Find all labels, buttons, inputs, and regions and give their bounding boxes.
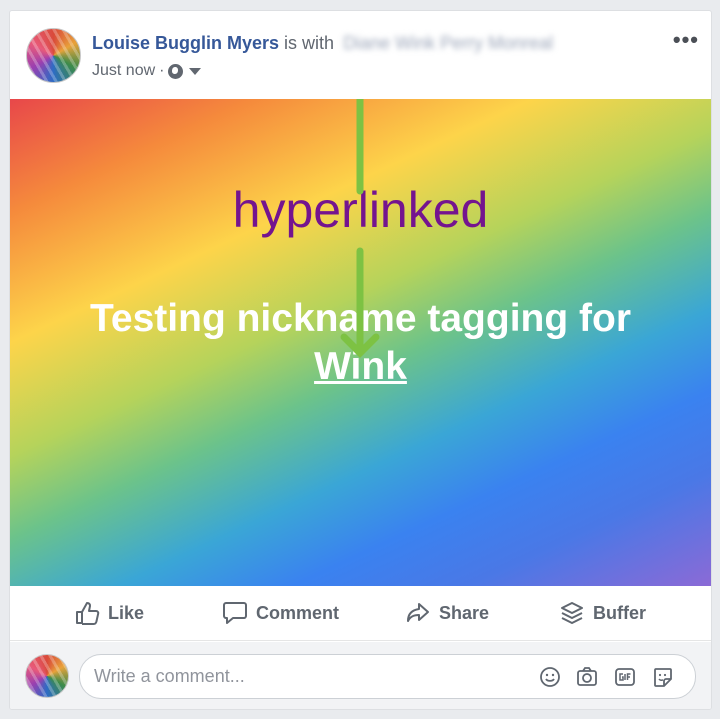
- meta-separator: ·: [159, 62, 165, 79]
- buffer-label: Buffer: [593, 602, 646, 623]
- speech-bubble-icon: [223, 602, 247, 624]
- globe-icon[interactable]: [168, 63, 184, 79]
- comment-input[interactable]: [94, 655, 514, 698]
- post-author-line: Louise Bugglin Myers is with Diane Wink …: [92, 33, 553, 54]
- post-timestamp[interactable]: Just now: [92, 62, 155, 80]
- author-avatar[interactable]: [26, 28, 81, 83]
- like-button[interactable]: Like: [74, 600, 144, 626]
- post-action-bar: Like Comment Share Buffer: [10, 586, 711, 641]
- chevron-down-icon[interactable]: [189, 67, 202, 75]
- comment-composer: [10, 642, 711, 709]
- tagged-friends-blurred[interactable]: Diane Wink Perry Monreal: [343, 33, 553, 53]
- post-meta: Just now ·: [92, 62, 202, 80]
- annotation-arrows: [340, 99, 380, 358]
- author-name-link[interactable]: Louise Bugglin Myers: [92, 33, 279, 53]
- post-header: Louise Bugglin Myers is with Diane Wink …: [10, 11, 711, 99]
- comment-button[interactable]: Comment: [222, 600, 339, 626]
- layers-icon: [561, 602, 583, 624]
- share-arrow-icon: [407, 603, 429, 622]
- post-card: Louise Bugglin Myers is with Diane Wink …: [9, 10, 712, 710]
- more-options-button[interactable]: •••: [673, 27, 699, 53]
- with-label: is with: [284, 33, 335, 53]
- share-button[interactable]: Share: [405, 600, 489, 626]
- commenter-avatar[interactable]: [25, 654, 69, 698]
- post-background-banner: hyperlinked Testing nickname tagging for…: [10, 99, 711, 586]
- share-label: Share: [439, 602, 490, 623]
- comment-label: Comment: [256, 602, 340, 623]
- comment-input-wrapper: [79, 654, 696, 699]
- like-label: Like: [108, 602, 145, 623]
- buffer-button[interactable]: Buffer: [559, 600, 646, 626]
- thumbs-up-icon: [76, 602, 100, 625]
- camera-icon[interactable]: [576, 666, 598, 688]
- sticker-icon[interactable]: [652, 666, 674, 688]
- emoji-icon[interactable]: [539, 666, 561, 688]
- gif-icon[interactable]: [614, 666, 636, 688]
